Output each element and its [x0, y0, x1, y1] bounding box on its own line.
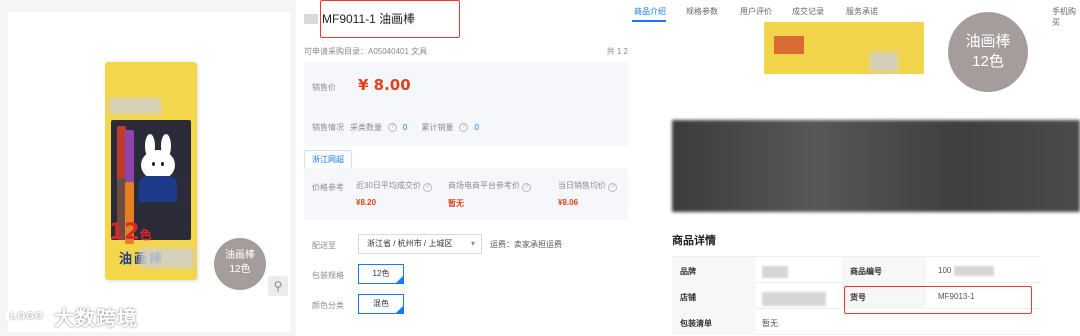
- freight-info: 运费：卖家承担运费: [490, 240, 562, 249]
- tab-reviews[interactable]: 用户评价: [740, 6, 772, 17]
- delivery-select[interactable]: 浙江省 / 杭州市 / 上城区 ▾: [358, 234, 482, 254]
- detail-banner-image: [672, 120, 1080, 212]
- delivery-label: 配送至: [312, 241, 336, 250]
- tab-intro[interactable]: 商品介绍: [634, 6, 666, 17]
- blurred-value: [762, 266, 788, 278]
- detail-nav: 商品介绍 规格参数 用户评价 成交记录 服务承诺 手机购买: [632, 0, 1080, 27]
- price-label: 销售价: [312, 83, 336, 92]
- blurred-prefix: [304, 13, 318, 24]
- help-icon[interactable]: ?: [388, 123, 397, 132]
- help-icon[interactable]: ?: [423, 183, 433, 192]
- blurred-area: [140, 248, 194, 268]
- sales-row: 销售情况 采类数量 ? 0 累计销量 ? 0: [312, 123, 479, 132]
- watermark: LOGO 大数跨境: [6, 302, 138, 331]
- table-row: 品牌 商品编号 100: [672, 257, 1040, 283]
- help-icon[interactable]: ?: [459, 123, 469, 132]
- blurred-label: [109, 98, 161, 114]
- tab-service[interactable]: 服务承诺: [846, 6, 878, 17]
- help-icon[interactable]: ?: [522, 183, 532, 192]
- total-count: 共 1 2: [606, 47, 628, 56]
- ref-col-market: 商场电商平台参考价 ? 暂无: [448, 180, 532, 209]
- product-gallery: 12色 油画棒 油画棒 12色 ⚲ LOGO 大数跨境: [0, 0, 296, 336]
- color-option[interactable]: 混色: [358, 294, 404, 314]
- title-highlight: [320, 0, 460, 38]
- tab-records[interactable]: 成交记录: [792, 6, 824, 17]
- image-badge: 油画棒 12色: [214, 238, 266, 290]
- price-value: ¥ 8.00: [358, 76, 411, 94]
- active-tab-underline: [632, 20, 666, 22]
- tab-region[interactable]: 浙江网超: [304, 150, 352, 168]
- selected-check-icon: [396, 276, 403, 283]
- supply-info: 可申请采购目录：A05040401 文具 共 1 2: [304, 47, 628, 56]
- ref-col-30day: 近30日平均成交价 ? ¥8.20: [356, 180, 433, 207]
- zoom-icon[interactable]: ⚲: [268, 276, 288, 296]
- mobile-buy-link[interactable]: 手机购买: [1052, 6, 1080, 28]
- pack-label: 包装规格: [312, 271, 344, 280]
- product-info-panel: MF9011-1 油画棒 可申请采购目录：A05040401 文具 共 1 2 …: [296, 0, 632, 336]
- price-reference: 价格参考 近30日平均成交价 ? ¥8.20 商场电商平台参考价 ? 暂无 当日…: [304, 168, 628, 220]
- detail-section-title: 商品详情: [672, 235, 716, 247]
- detail-badge: 油画棒 12色: [948, 12, 1028, 92]
- sku-highlight: [844, 286, 1032, 314]
- price-box: 销售价 ¥ 8.00 销售情况 采类数量 ? 0 累计销量 ? 0: [304, 62, 628, 146]
- blurred-value: [953, 266, 994, 276]
- box-color-count: 12色: [109, 220, 152, 245]
- ref-col-daily: 当日销售均价 ? ¥8.06: [558, 180, 618, 207]
- blurred-value: [762, 292, 826, 306]
- tab-specs[interactable]: 规格参数: [686, 6, 718, 17]
- bunny-illustration: [135, 134, 181, 202]
- help-icon[interactable]: ?: [608, 183, 618, 192]
- watermark-logo-icon: LOGO: [6, 303, 48, 330]
- selected-check-icon: [396, 306, 403, 313]
- main-product-image[interactable]: 12色 油画棒 油画棒 12色: [8, 12, 290, 332]
- pack-option[interactable]: 12色: [358, 264, 404, 284]
- chevron-down-icon: ▾: [470, 239, 475, 248]
- color-label: 颜色分类: [312, 301, 344, 310]
- product-detail-panel: 商品介绍 规格参数 用户评价 成交记录 服务承诺 手机购买 油画棒 12色 商品…: [632, 0, 1080, 336]
- detail-product-image: [764, 22, 924, 74]
